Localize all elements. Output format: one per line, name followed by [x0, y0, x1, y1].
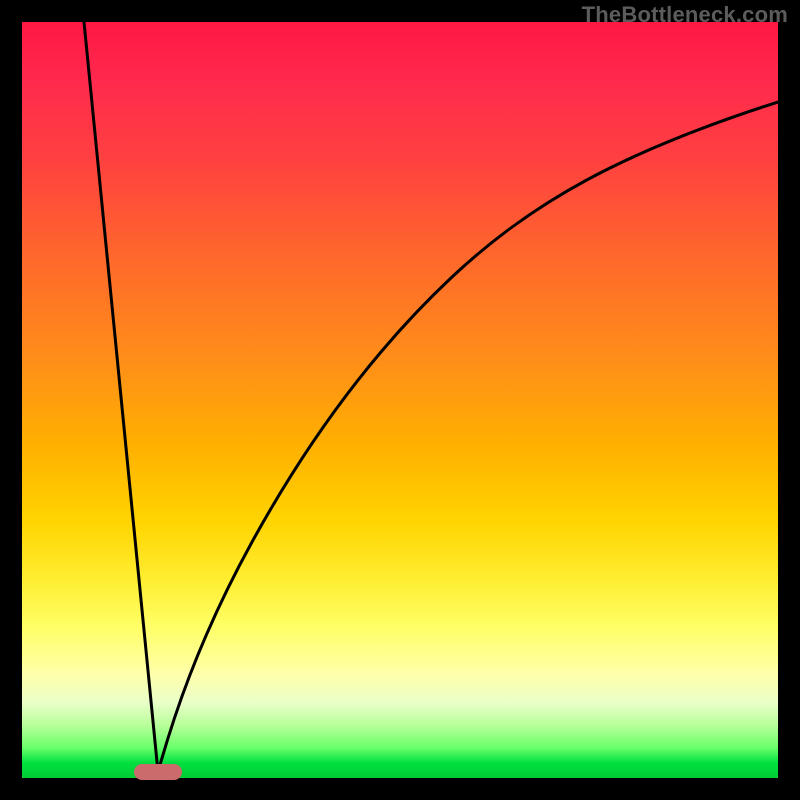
watermark-text: TheBottleneck.com — [582, 2, 788, 28]
left-line — [84, 22, 158, 772]
chart-frame: TheBottleneck.com — [0, 0, 800, 800]
plot-area — [22, 22, 778, 778]
min-marker — [134, 764, 182, 780]
right-curve — [158, 102, 778, 772]
curve-layer — [22, 22, 778, 778]
